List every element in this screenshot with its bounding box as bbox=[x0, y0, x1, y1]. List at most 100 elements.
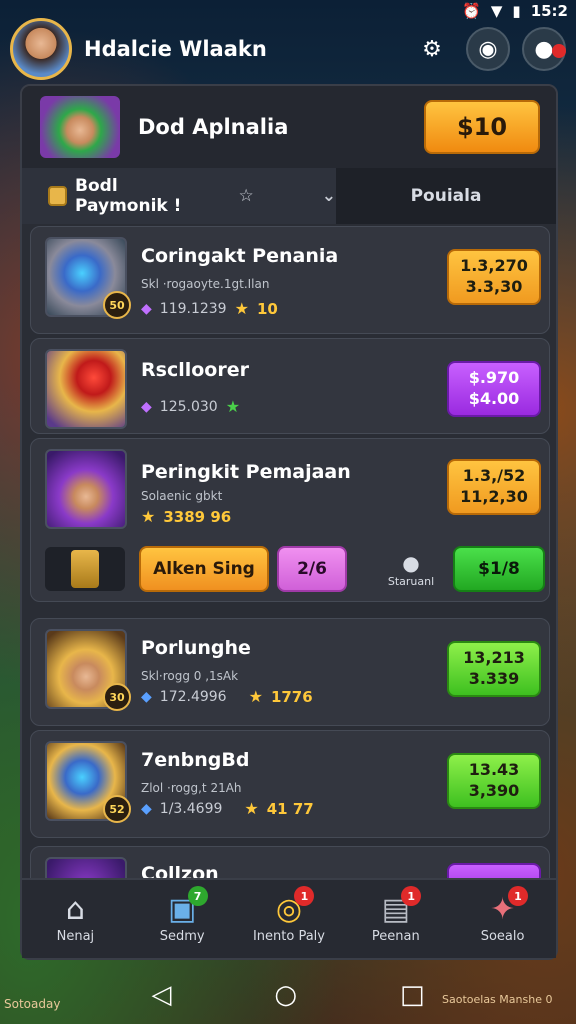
price-top: 13,213 bbox=[463, 648, 525, 668]
level-badge: 30 bbox=[103, 683, 131, 711]
buy-button[interactable]: $1/8 bbox=[453, 546, 545, 592]
price-top: 1.3,/52 bbox=[462, 466, 526, 486]
item-stats: ◆ 119.1239 ★ 10 bbox=[141, 299, 278, 318]
home-circle-icon[interactable]: ○ bbox=[274, 980, 297, 1010]
star-icon: ★ bbox=[248, 687, 263, 706]
star-score: 10 bbox=[256, 299, 278, 318]
nav-label: Soealo bbox=[480, 928, 525, 944]
gem-icon: ◆ bbox=[141, 688, 152, 705]
list-item[interactable]: Rsclloorer ◆ 125.030 ★ $.970 $4.00 bbox=[30, 338, 550, 434]
system-nav-bar: ◁ ○ □ bbox=[0, 966, 576, 1024]
profile-header: Dod Aplnalia $10 bbox=[22, 86, 556, 168]
nav-item-puzzle[interactable]: ✦ 1 Soealo bbox=[449, 880, 556, 958]
item-subtitle: Skl ·rogaoyte.1gt.Ilan bbox=[141, 277, 270, 291]
tab-payment-label: Bodl Paymonik ! bbox=[75, 176, 182, 216]
nav-item-box[interactable]: ▣ 7 Sedmy bbox=[129, 880, 236, 958]
status-label: Staruanl bbox=[387, 574, 435, 588]
item-thumbnail bbox=[45, 449, 127, 529]
item-stats: ★ 3389 96 bbox=[141, 507, 231, 526]
item-subtitle: Skl·rogg 0 ,1sAk bbox=[141, 669, 239, 683]
nav-label: Nenaj bbox=[56, 928, 95, 944]
star-score: 3389 96 bbox=[163, 507, 232, 526]
item-title: Porlunghe bbox=[141, 637, 251, 659]
profile-name: Dod Aplnalia bbox=[138, 115, 289, 139]
item-stats: ◆ 125.030 ★ bbox=[141, 397, 240, 416]
nav-item-home[interactable]: ⌂ Nenaj bbox=[22, 880, 129, 958]
gem-count: 125.030 bbox=[159, 398, 218, 415]
star-score: 41 77 bbox=[266, 799, 314, 818]
profile-avatar bbox=[40, 96, 120, 158]
item-price-button[interactable]: 13,213 3.339 bbox=[447, 641, 541, 697]
profile-price-button[interactable]: $10 bbox=[424, 100, 540, 154]
bottom-nav: ⌂ Nenaj ▣ 7 Sedmy ◎ 1 Inento Paly ▤ 1 Pe… bbox=[22, 878, 556, 958]
nav-label: Sedmy bbox=[159, 928, 205, 944]
item-action-row: Alken Sing 2/6 ● Staruanl $1/8 bbox=[45, 543, 545, 595]
price-bottom: 3.3,30 bbox=[465, 277, 523, 296]
item-list[interactable]: 50 Coringakt Penania Skl ·rogaoyte.1gt.I… bbox=[22, 226, 556, 882]
item-price-button[interactable]: $.970 $4.00 bbox=[447, 361, 541, 417]
tab-bar: Bodl Paymonik ! ☆ ⌄ Pouiala bbox=[22, 168, 556, 224]
nav-badge: 1 bbox=[401, 886, 422, 906]
gem-icon: ◆ bbox=[141, 398, 152, 415]
shop-panel: Dod Aplnalia $10 Bodl Paymonik ! ☆ ⌄ Pou… bbox=[20, 84, 558, 960]
item-title: 7enbngBd bbox=[141, 749, 250, 771]
nav-label: Inento Paly bbox=[252, 928, 325, 944]
price-top: 13.43 bbox=[468, 760, 520, 780]
item-subtitle: Solaenic gbkt bbox=[141, 489, 223, 503]
price-bottom: 11,2,30 bbox=[460, 487, 528, 506]
nav-item-coin[interactable]: ◎ 1 Inento Paly bbox=[236, 880, 343, 958]
nav-badge: 1 bbox=[507, 886, 528, 906]
star-icon: ★ bbox=[234, 299, 249, 318]
list-item[interactable]: 52 7enbngBd Zlol ·rogg,t 21Ah ◆ 1/3.4699… bbox=[30, 730, 550, 838]
price-top: $.970 bbox=[468, 368, 520, 388]
item-stats: ◆ 1/3.4699 ★ 41 77 bbox=[141, 799, 314, 818]
top-bar: Hdalcie Wlaakn ⚙ ◉ ● bbox=[0, 18, 576, 80]
settings-wheel-icon[interactable]: ◉ bbox=[466, 27, 510, 71]
alt-sing-button[interactable]: Alken Sing bbox=[139, 546, 269, 592]
gem-count: 119.1239 bbox=[159, 300, 227, 317]
tab-pouiala[interactable]: Pouiala bbox=[336, 168, 556, 224]
sparkle-icon: ☆ bbox=[238, 186, 254, 206]
list-item[interactable]: Collzon bbox=[30, 846, 550, 882]
back-icon[interactable]: ◁ bbox=[151, 980, 171, 1010]
notification-dot bbox=[552, 44, 566, 58]
chevron-down-icon[interactable]: ⌄ bbox=[322, 186, 336, 206]
star-icon: ★ bbox=[225, 397, 241, 416]
chest-icon bbox=[48, 186, 68, 206]
item-price-button[interactable]: 1.3,/52 11,2,30 bbox=[447, 459, 541, 515]
app-title: Hdalcie Wlaakn bbox=[84, 37, 267, 61]
pin-icon: ● bbox=[402, 550, 420, 575]
price-top: 1.3,270 bbox=[460, 256, 528, 276]
player-avatar[interactable] bbox=[10, 18, 72, 80]
price-bottom: 3.339 bbox=[468, 669, 520, 688]
item-price-button[interactable]: 13.43 3,390 bbox=[447, 753, 541, 809]
item-thumbnail: 52 bbox=[45, 741, 131, 823]
list-item[interactable]: 50 Coringakt Penania Skl ·rogaoyte.1gt.I… bbox=[30, 226, 550, 334]
item-price-button[interactable]: 1.3,270 3.3,30 bbox=[447, 249, 541, 305]
home-icon: ⌂ bbox=[65, 891, 85, 927]
gem-icon: ◆ bbox=[141, 300, 152, 317]
item-thumbnail: 50 bbox=[45, 237, 131, 319]
nav-badge: 7 bbox=[187, 886, 208, 906]
price-bottom: $4.00 bbox=[468, 389, 520, 408]
list-item[interactable]: 30 Porlunghe Skl·rogg 0 ,1sAk ◆ 172.4996… bbox=[30, 618, 550, 726]
token-icon bbox=[71, 550, 99, 588]
price-bottom: 3,390 bbox=[468, 781, 520, 800]
item-subtitle: Zlol ·rogg,t 21Ah bbox=[141, 781, 242, 795]
gear-icon[interactable]: ⚙ bbox=[410, 27, 454, 71]
item-title: Peringkit Pemajaan bbox=[141, 461, 351, 483]
nav-label: Peenan bbox=[371, 928, 420, 944]
ratio-button[interactable]: 2/6 bbox=[277, 546, 347, 592]
item-title: Rsclloorer bbox=[141, 359, 249, 381]
tab-payment[interactable]: Bodl Paymonik ! ☆ ⌄ bbox=[22, 168, 336, 224]
star-icon: ★ bbox=[141, 507, 156, 526]
nav-item-package[interactable]: ▤ 1 Peenan bbox=[342, 880, 449, 958]
gem-count: 1/3.4699 bbox=[159, 800, 223, 817]
status-indicator[interactable]: ● Staruanl bbox=[381, 551, 441, 588]
list-item[interactable]: Peringkit Pemajaan Solaenic gbkt ★ 3389 … bbox=[30, 438, 550, 602]
star-icon: ★ bbox=[244, 799, 259, 818]
item-stats: ◆ 172.4996 ★ 1776 bbox=[141, 687, 313, 706]
gem-icon: ◆ bbox=[141, 800, 152, 817]
recent-apps-icon[interactable]: □ bbox=[400, 980, 425, 1010]
level-badge: 50 bbox=[103, 291, 131, 319]
